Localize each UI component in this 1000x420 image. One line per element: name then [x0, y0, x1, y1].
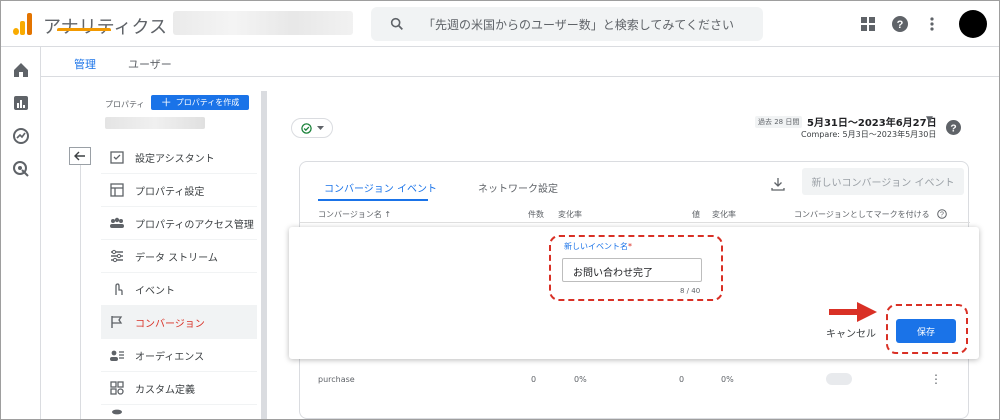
reports-icon[interactable]	[12, 94, 30, 112]
svg-text:?: ?	[897, 19, 904, 31]
audience-icon	[109, 347, 125, 363]
date-range-selector[interactable]: 5月31日～2023年6月27日	[807, 114, 937, 129]
explore-icon[interactable]	[12, 127, 30, 145]
nav-item-audiences[interactable]: オーディエンス	[101, 339, 257, 372]
compare-range: Compare: 5月3日～2023年5月30日	[801, 130, 937, 139]
more-vert-icon[interactable]	[921, 10, 943, 38]
database-icon	[109, 407, 125, 419]
nav-item-access-management[interactable]: プロパティのアクセス管理	[101, 207, 257, 240]
admin-tab-bar: 管理 ユーザー	[41, 47, 999, 77]
tab-admin[interactable]: 管理	[74, 56, 96, 72]
nav-item-events[interactable]: イベント	[101, 273, 257, 306]
nav-item-custom-definitions[interactable]: カスタム定義	[101, 372, 257, 405]
more-vert-icon[interactable]: ⋮	[930, 372, 942, 386]
property-selector[interactable]	[105, 117, 205, 129]
custom-definition-icon	[109, 380, 125, 396]
arrow-back-icon	[74, 151, 85, 161]
card-tab-indicator	[318, 199, 428, 201]
property-column: プロパティ ＋ プロパティを作成 設定アシスタント プロパティ設定 プロパティの…	[57, 91, 263, 419]
divider	[80, 165, 81, 419]
tab-network-settings[interactable]: ネットワーク設定	[478, 180, 558, 195]
apps-grid-icon[interactable]	[857, 10, 879, 38]
nav-item-label: プロパティ設定	[135, 186, 205, 198]
nav-item-label: オーディエンス	[135, 351, 205, 363]
create-property-button[interactable]: ＋ プロパティを作成	[151, 95, 249, 110]
active-tab-indicator	[57, 28, 111, 31]
column-header-name[interactable]: コンバージョン名 ↑	[318, 209, 391, 220]
help-icon[interactable]: ?	[889, 10, 911, 38]
save-button[interactable]: 保存	[896, 319, 956, 343]
stream-icon	[109, 248, 125, 264]
check-circle-icon	[300, 122, 312, 134]
checklist-icon	[109, 149, 125, 165]
advertising-icon[interactable]	[12, 160, 30, 178]
cancel-button[interactable]: キャンセル	[826, 325, 876, 340]
new-conversion-event-button[interactable]: 新しいコンバージョン イベント	[802, 168, 964, 195]
date-caret-icon[interactable]: ▼	[926, 115, 933, 125]
column-header-mark: コンバージョンとしてマークを付ける	[794, 210, 930, 219]
flag-icon	[109, 314, 125, 330]
nav-item-label: 設定アシスタント	[135, 153, 215, 165]
app-window: アナリティクス 「先週の米国からのユーザー数」と検索してみてください ? 管理	[0, 0, 1000, 420]
arrow-right-icon	[829, 302, 877, 322]
new-event-dialog: 新しいイベント名* お問い合わせ完了 8 / 40 キャンセル 保存	[289, 227, 979, 359]
search-bar[interactable]: 「先週の米国からのユーザー数」と検索してみてください	[371, 7, 763, 41]
help-outline-icon[interactable]: ?	[937, 209, 947, 219]
touch-icon	[109, 281, 125, 297]
column-header-change[interactable]: 変化率	[558, 209, 582, 220]
row-value-change: 0%	[721, 375, 734, 384]
nav-item-label: データ ストリーム	[135, 252, 218, 264]
layout-icon	[109, 182, 125, 198]
character-counter: 8 / 40	[680, 287, 701, 295]
download-icon[interactable]	[770, 176, 786, 192]
top-bar: アナリティクス 「先週の米国からのユーザー数」と検索してみてください ?	[1, 1, 999, 47]
row-name: purchase	[318, 375, 355, 384]
back-button[interactable]	[69, 147, 91, 165]
row-change: 0%	[574, 375, 587, 384]
column-scrollbar[interactable]	[261, 91, 267, 419]
app-title: アナリティクス	[43, 13, 167, 39]
event-name-input[interactable]: お問い合わせ完了	[562, 258, 702, 282]
nav-item-label: コンバージョン	[135, 318, 205, 330]
tab-conversion-events[interactable]: コンバージョン イベント	[324, 180, 437, 195]
nav-item-setup-assistant[interactable]: 設定アシスタント	[101, 141, 257, 174]
nav-item-data-settings-partial[interactable]	[101, 405, 257, 419]
nav-item-label: カスタム定義	[135, 384, 195, 396]
column-header-value-change[interactable]: 変化率	[712, 209, 736, 220]
field-label: 新しいイベント名*	[564, 242, 632, 251]
help-icon[interactable]: ?	[946, 120, 961, 135]
people-icon	[109, 215, 125, 231]
search-placeholder: 「先週の米国からのユーザー数」と検索してみてください	[423, 17, 735, 32]
avatar[interactable]	[959, 10, 987, 38]
nav-item-conversions[interactable]: コンバージョン	[101, 306, 257, 339]
status-dropdown[interactable]	[291, 118, 333, 138]
search-icon	[390, 17, 403, 30]
svg-text:?: ?	[940, 212, 944, 219]
nav-item-label: プロパティのアクセス管理	[135, 219, 254, 231]
column-header-value[interactable]: 値	[692, 209, 700, 220]
column-header-count[interactable]: 件数	[528, 209, 544, 220]
period-badge: 過去 28 日間	[755, 116, 803, 128]
account-selector[interactable]	[173, 11, 353, 35]
create-property-label: プロパティを作成	[175, 98, 240, 107]
row-count: 0	[531, 375, 537, 384]
property-label: プロパティ	[105, 100, 145, 109]
analytics-logo-icon[interactable]	[13, 13, 33, 35]
top-actions: ?	[857, 10, 987, 38]
nav-item-property-settings[interactable]: プロパティ設定	[101, 174, 257, 207]
row-value: 0	[679, 375, 685, 384]
divider	[300, 222, 970, 223]
plus-icon: ＋	[160, 96, 172, 109]
tab-user[interactable]: ユーザー	[128, 56, 172, 72]
conversion-toggle[interactable]	[826, 373, 852, 385]
nav-item-data-streams[interactable]: データ ストリーム	[101, 240, 257, 273]
nav-item-label: イベント	[135, 285, 175, 297]
home-icon[interactable]	[12, 61, 30, 79]
caret-down-icon	[316, 125, 324, 130]
svg-text:?: ?	[950, 123, 956, 134]
left-rail	[1, 47, 41, 419]
